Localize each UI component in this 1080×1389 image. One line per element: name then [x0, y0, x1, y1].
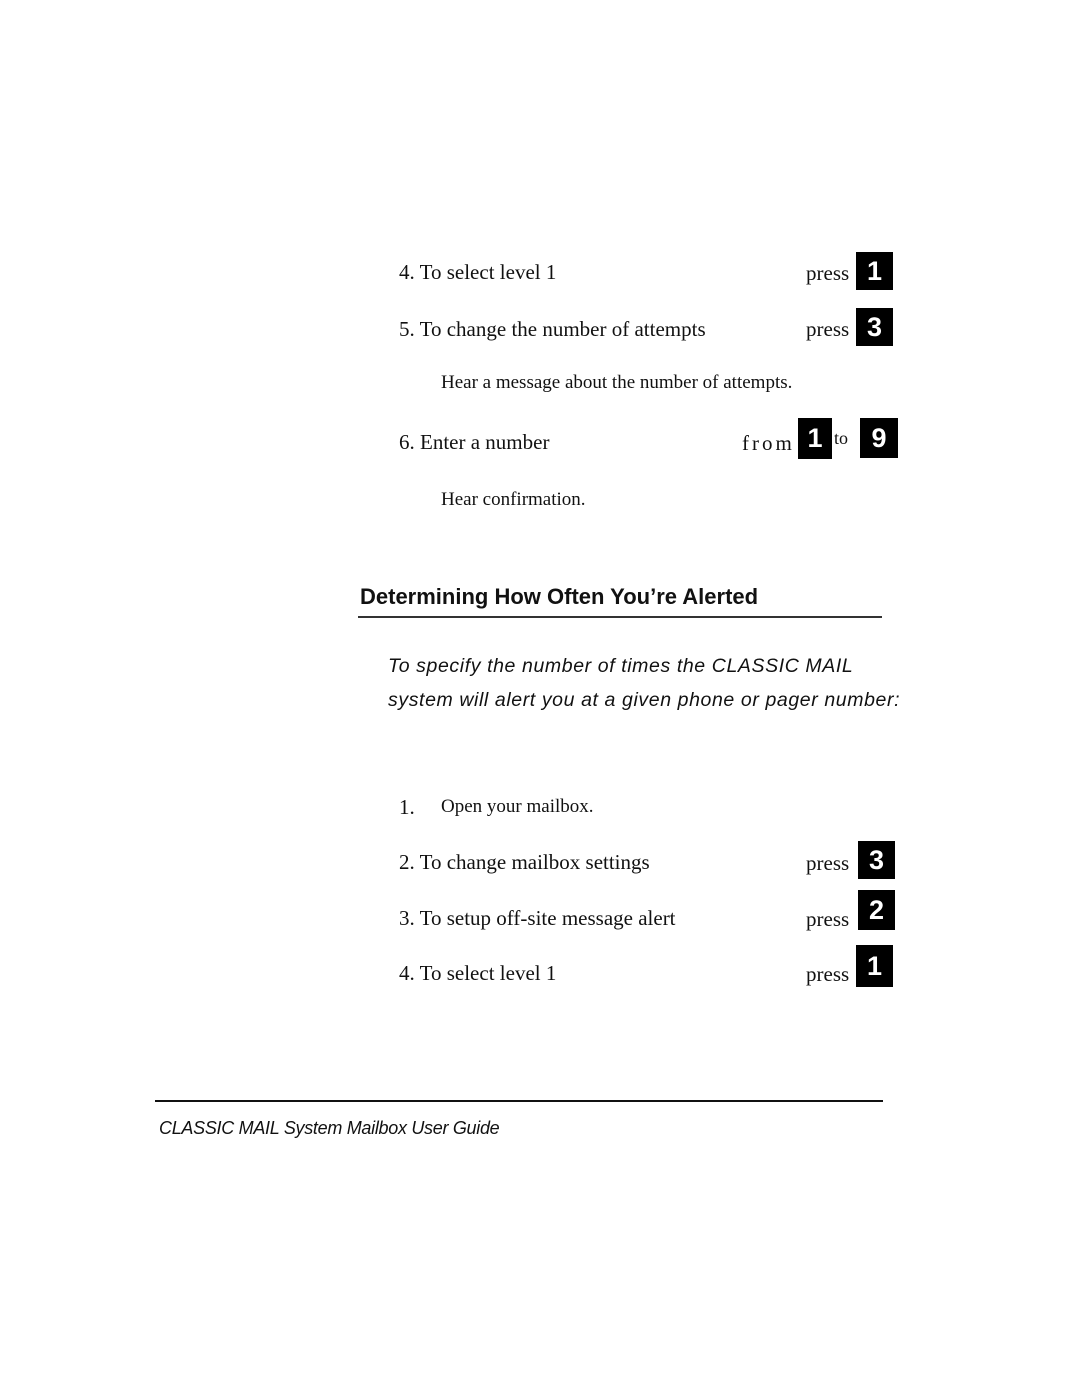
- note-confirmation: Hear confirmation.: [441, 489, 586, 510]
- key-icon-1: 1: [856, 945, 893, 987]
- footer-title: CLASSIC MAIL System Mailbox User Guide: [159, 1118, 500, 1138]
- press-label: press: [806, 261, 850, 285]
- section-heading: Determining How Often You’re Alerted: [360, 584, 759, 609]
- step-change-settings: 2. To change mailbox settings: [399, 850, 650, 874]
- key-icon-9: 9: [860, 418, 898, 458]
- press-label: press: [806, 317, 850, 341]
- key-icon-3: 3: [856, 308, 893, 346]
- step-select-level: 4. To select level 1: [399, 260, 557, 284]
- from-label: from: [742, 431, 795, 455]
- key-icon-2: 2: [858, 890, 895, 930]
- step-open-number: 1.: [399, 795, 415, 819]
- step-offsite-alert: 3. To setup off-site message alert: [399, 906, 676, 930]
- step-open-mailbox: Open your mailbox.: [441, 796, 594, 817]
- footer-rule: [155, 1100, 883, 1102]
- heading-rule: [358, 616, 882, 618]
- press-label: press: [806, 962, 850, 986]
- step-select-level: 4. To select level 1: [399, 961, 557, 985]
- step-enter-number: 6. Enter a number: [399, 430, 550, 454]
- step-change-attempts: 5. To change the number of attempts: [399, 317, 706, 341]
- section-intro: To specify the number of times the CLASS…: [388, 655, 901, 711]
- press-label: press: [806, 907, 850, 931]
- key-icon-3: 3: [858, 841, 895, 879]
- key-icon-1: 1: [798, 418, 832, 459]
- to-label: to: [834, 428, 849, 448]
- key-icon-1: 1: [856, 252, 893, 290]
- note-attempts: Hear a message about the number of attem…: [441, 372, 793, 393]
- press-label: press: [806, 851, 850, 875]
